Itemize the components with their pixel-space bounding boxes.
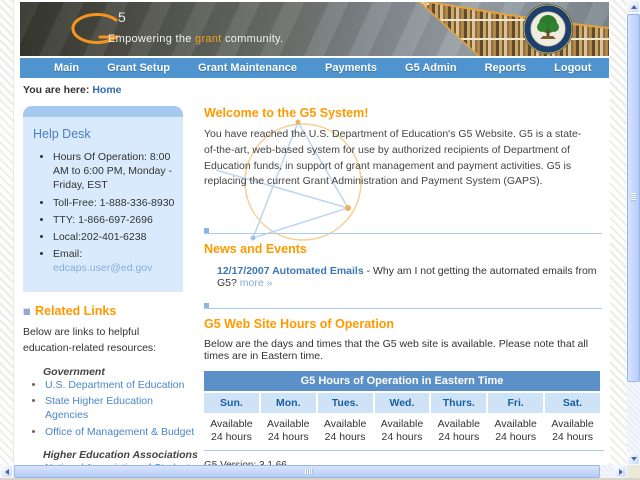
site-tagline: Empowering the grant community. [108, 33, 283, 45]
availability-thurs: Available 24 hours [431, 415, 487, 448]
nav-item-logout[interactable]: Logout [540, 62, 605, 74]
scrollbar-corner [627, 465, 640, 478]
help-desk-email: Email:edcaps.user@ed.gov [53, 247, 179, 275]
availability-sun: Available 24 hours [204, 415, 259, 448]
availability-tues: Available 24 hours [317, 415, 373, 448]
breadcrumb: You are here: Home [23, 84, 610, 96]
scroll-left-button[interactable] [0, 465, 13, 478]
link-omb[interactable]: Office of Management & Budget [45, 426, 194, 438]
tagline-prefix: Empowering the [108, 33, 196, 45]
horizontal-scrollbar[interactable] [0, 465, 627, 478]
nav-item-g5-admin[interactable]: G5 Admin [391, 62, 471, 74]
link-group-higher-ed-assoc: Higher Education Associations [43, 449, 198, 462]
hours-title: G5 Web Site Hours of Operation [204, 317, 395, 331]
related-links-section: Related Links Below are links to helpful… [23, 304, 198, 465]
list-item: State Higher Education Agencies [45, 395, 198, 422]
vertical-scrollbar[interactable] [627, 0, 640, 465]
hours-intro: Below are the days and times that the G5… [204, 338, 589, 362]
email-label: Email: [53, 248, 83, 261]
department-of-education-seal-icon [523, 4, 573, 54]
welcome-body: You have reached the U.S. Department of … [204, 128, 582, 188]
breadcrumb-home-link[interactable]: Home [92, 84, 121, 96]
related-links-title: Related Links [35, 304, 117, 319]
news-date-link[interactable]: 12/17/2007 Automated Emails [217, 265, 364, 277]
scroll-left-icon [4, 468, 9, 475]
related-links-intro: Below are links to helpful education-rel… [23, 326, 157, 354]
link-group-government: Government [43, 365, 105, 378]
nav-item-reports[interactable]: Reports [471, 62, 541, 74]
availability-fri: Available 24 hours [488, 415, 544, 448]
site-banner: 5 Empowering the grant community. [20, 2, 609, 56]
scroll-right-button[interactable] [614, 465, 627, 478]
breadcrumb-label: You are here: [23, 84, 90, 96]
day-header-fri: Fri. [488, 393, 544, 413]
help-desk-local: Local:202-401-6238 [53, 230, 179, 244]
nav-item-main[interactable]: Main [40, 62, 93, 74]
help-desk-title: Help Desk [33, 127, 91, 141]
day-header-wed: Wed. [374, 393, 430, 413]
section-divider [204, 228, 604, 234]
help-desk-panel-tab [23, 106, 183, 117]
nav-item-payments[interactable]: Payments [311, 62, 391, 74]
day-header-thurs: Thurs. [431, 393, 487, 413]
scroll-down-icon [630, 456, 637, 461]
nav-item-grant-maintenance[interactable]: Grant Maintenance [184, 62, 311, 74]
day-header-tues: Tues. [317, 393, 373, 413]
day-header-sun: Sun. [204, 393, 259, 413]
vertical-scrollbar-thumb[interactable] [627, 14, 640, 382]
scroll-right-icon [618, 468, 623, 475]
availability-sat: Available 24 hours [545, 415, 600, 448]
availability-mon: Available 24 hours [260, 415, 316, 448]
help-desk-tty: TTY: 1-866-697-2696 [53, 213, 179, 227]
link-us-dept-education[interactable]: U.S. Department of Education [45, 379, 185, 391]
hours-table-caption: G5 Hours of Operation in Eastern Time [204, 371, 600, 391]
link-state-higher-ed[interactable]: State Higher Education Agencies [45, 395, 153, 421]
list-item: U.S. Department of Education [45, 379, 198, 393]
tagline-suffix: community. [221, 33, 284, 45]
scroll-up-icon [630, 4, 637, 9]
day-header-mon: Mon. [260, 393, 316, 413]
day-header-sat: Sat. [545, 393, 600, 413]
availability-wed: Available 24 hours [374, 415, 430, 448]
scroll-down-button[interactable] [627, 452, 640, 465]
section-divider [204, 303, 604, 309]
related-links-bullet-icon [23, 307, 30, 315]
nav-item-grant-setup[interactable]: Grant Setup [93, 62, 184, 74]
main-content: Welcome to the G5 System! You have reach… [198, 98, 610, 465]
help-desk-hours: Hours Of Operation: 8:00 AM to 6:00 PM, … [53, 150, 179, 193]
g5-logo: 5 [71, 9, 126, 44]
browser-content-area: 5 Empowering the grant community. Main G… [13, 0, 610, 465]
sidebar: Help Desk Hours Of Operation: 8:00 AM to… [14, 98, 198, 465]
email-link[interactable]: edcaps.user@ed.gov [53, 262, 152, 274]
tagline-highlight: grant [195, 33, 222, 45]
banner-library-swoosh-image [418, 2, 609, 56]
scroll-up-button[interactable] [627, 0, 640, 13]
help-desk-panel: Help Desk Hours Of Operation: 8:00 AM to… [23, 106, 183, 293]
help-desk-tollfree: Toll-Free: 1-888-336-8930 [53, 196, 179, 210]
list-item: Office of Management & Budget [45, 426, 198, 440]
logo-five: 5 [118, 9, 126, 25]
news-item: 12/17/2007 Automated Emails - Why am I n… [217, 265, 604, 289]
hours-table: G5 Hours of Operation in Eastern Time Su… [202, 369, 602, 449]
main-navigation-bar: Main Grant Setup Grant Maintenance Payme… [20, 58, 609, 78]
news-more-link[interactable]: more » [240, 277, 273, 289]
table-underline [204, 450, 604, 452]
horizontal-scrollbar-thumb[interactable] [14, 465, 600, 478]
